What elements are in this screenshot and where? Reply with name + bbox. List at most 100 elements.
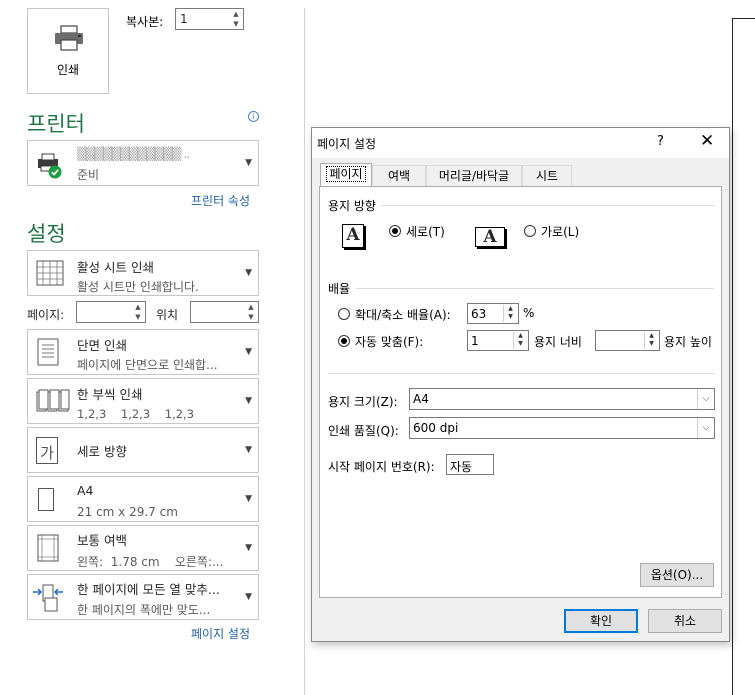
sides-dropdown[interactable]: 단면 인쇄 페이지에 단면으로 인쇄합... ▼ <box>27 329 259 375</box>
position-label: 위치 <box>156 308 179 322</box>
margins-dropdown[interactable]: 보통 여백 왼쪽: 1.78 cm 오른쪽:... ▼ <box>27 525 259 571</box>
chevron-down-icon: ▼ <box>245 592 252 602</box>
panel-divider <box>304 8 305 695</box>
dialog-title: 페이지 설정 <box>317 137 377 151</box>
tab-header-footer[interactable]: 머리글/바닥글 <box>426 165 522 187</box>
adjust-to-value: 63 <box>471 307 487 321</box>
collate-dropdown[interactable]: 한 부씩 인쇄 1,2,3 1,2,3 1,2,3 ▼ <box>27 378 259 424</box>
printer-section-title: 프린터 <box>27 112 85 136</box>
tab-sheet-label: 시트 <box>535 169 559 183</box>
collate-pages-icon <box>36 389 70 412</box>
adjust-to-input[interactable]: 63 ▲ ▼ <box>467 303 519 324</box>
chevron-down-icon: ⌵ <box>697 389 714 409</box>
sheet-grid-icon <box>36 260 64 286</box>
first-page-number-label: 시작 페이지 번호(R): <box>328 460 435 474</box>
orientation-group-label: 용지 방향 <box>328 199 376 213</box>
orientation-icon-letter: 가 <box>40 444 54 462</box>
print-quality-select[interactable]: 600 dpi ⌵ <box>409 417 715 439</box>
fit-tall-label: 용지 높이 <box>664 335 712 349</box>
tab-margins-label: 여백 <box>387 169 411 183</box>
pages-from-spinner[interactable]: ▲ ▼ <box>131 302 145 322</box>
tab-sheet[interactable]: 시트 <box>522 165 572 187</box>
fit-to-label[interactable]: 자동 맞춤(F): <box>355 333 423 350</box>
fit-to-radio[interactable] <box>338 335 350 347</box>
page-setup-link[interactable]: 페이지 설정 <box>191 625 250 642</box>
cancel-button[interactable]: 취소 <box>648 609 722 633</box>
printer-status: 준비 <box>77 168 100 182</box>
print-what-subtitle: 활성 시트만 인쇄합니다. <box>77 280 199 294</box>
chevron-down-icon: ⌵ <box>697 418 714 438</box>
copies-label: 복사본: <box>126 15 164 29</box>
margins-title: 보통 여백 <box>77 533 127 548</box>
close-icon[interactable]: ✕ <box>700 131 714 151</box>
paper-size-title: A4 <box>77 483 94 498</box>
scaling-title: 한 페이지에 모든 열 맞추... <box>77 582 220 597</box>
fit-tall-spinner[interactable]: ▲ ▼ <box>644 332 658 349</box>
print-button[interactable]: 인쇄 <box>27 8 109 94</box>
pages-label: 페이지: <box>27 308 65 322</box>
fit-columns-icon <box>33 584 63 612</box>
help-icon[interactable]: ? <box>657 134 664 149</box>
ok-button[interactable]: 확인 <box>564 609 638 633</box>
scaling-dropdown[interactable]: 한 페이지에 모든 열 맞추... 한 페이지의 폭에만 맞도... ▼ <box>27 574 259 620</box>
page-setup-dialog: 페이지 설정 ? ✕ 페이지 여백 머리글/바닥글 시트 용지 방향 A 세로(… <box>311 127 730 642</box>
printer-icon <box>55 25 83 51</box>
print-what-title: 활성 시트 인쇄 <box>77 260 154 275</box>
pages-from-input[interactable]: ▲ ▼ <box>76 301 146 323</box>
landscape-label[interactable]: 가로(L) <box>541 223 579 240</box>
paper-size-label: 용지 크기(Z): <box>328 395 398 409</box>
collate-title: 한 부씩 인쇄 <box>77 387 143 402</box>
sides-title: 단면 인쇄 <box>77 338 127 353</box>
printer-properties-link[interactable]: 프린터 속성 <box>191 192 250 209</box>
first-page-number-input[interactable]: 자동 <box>446 454 494 475</box>
orientation-dropdown[interactable]: 가 세로 방향 ▼ <box>27 427 259 473</box>
options-button[interactable]: 옵션(O)... <box>640 563 714 587</box>
paper-size-dropdown[interactable]: A4 21 cm x 29.7 cm ▼ <box>27 476 259 522</box>
paper-size-select[interactable]: A4 ⌵ <box>409 388 715 410</box>
pages-to-spinner[interactable]: ▲ ▼ <box>244 302 258 322</box>
fit-wide-value: 1 <box>471 334 479 348</box>
paper-size-icon <box>38 488 54 511</box>
fit-wide-label: 용지 너비 <box>534 335 582 349</box>
first-page-number-value: 자동 <box>450 460 473 474</box>
portrait-label[interactable]: 세로(T) <box>406 223 445 240</box>
tab-panel-page: 용지 방향 A 세로(T) A 가로(L) 배율 확대/축소 배율(A): 63… <box>319 186 722 598</box>
adjust-to-spinner[interactable]: ▲ ▼ <box>503 305 517 322</box>
percent-label: % <box>523 306 535 320</box>
print-what-dropdown[interactable]: 활성 시트 인쇄 활성 시트만 인쇄합니다. ▼ <box>27 250 259 296</box>
portrait-radio[interactable] <box>389 225 401 237</box>
fit-wide-input[interactable]: 1 ▲ ▼ <box>467 330 529 351</box>
sides-subtitle: 페이지에 단면으로 인쇄합... <box>77 358 218 372</box>
pages-to-input[interactable]: ▲ ▼ <box>190 301 259 323</box>
preview-page-edge <box>732 18 733 695</box>
tab-header-footer-label: 머리글/바닥글 <box>438 169 510 183</box>
copies-input[interactable]: 1 ▲ ▼ <box>175 8 244 30</box>
chevron-down-icon: ▼ <box>245 347 252 357</box>
preview-page-edge-top <box>732 18 755 19</box>
info-icon[interactable]: i <box>248 111 259 122</box>
print-quality-value: 600 dpi <box>413 421 459 435</box>
print-quality-label: 인쇄 품질(Q): <box>328 424 399 438</box>
copies-spinner[interactable]: ▲ ▼ <box>229 9 243 29</box>
group-divider <box>382 205 714 206</box>
tab-page[interactable]: 페이지 <box>320 163 372 187</box>
chevron-down-icon: ▼ <box>245 158 252 168</box>
landscape-radio[interactable] <box>524 225 536 237</box>
fit-tall-input[interactable]: ▲ ▼ <box>595 330 660 351</box>
print-button-label: 인쇄 <box>56 63 80 77</box>
group-divider <box>356 288 714 289</box>
scaling-subtitle: 한 페이지의 폭에만 맞도... <box>77 603 211 617</box>
paper-size-value: A4 <box>413 392 429 406</box>
printer-ready-icon <box>38 153 62 179</box>
printer-dropdown[interactable]: ▒▒▒▒▒▒▒▒▒▒▒▒ .. 준비 ▼ <box>27 140 259 186</box>
chevron-down-icon: ▼ <box>245 396 252 406</box>
margins-icon <box>37 534 59 562</box>
portrait-page-icon: A <box>342 224 364 248</box>
chevron-down-icon: ▼ <box>245 268 252 278</box>
adjust-to-radio[interactable] <box>338 308 350 320</box>
tab-margins[interactable]: 여백 <box>372 165 426 187</box>
orientation-title: 세로 방향 <box>77 444 127 459</box>
margins-subtitle: 왼쪽: 1.78 cm 오른쪽:... <box>77 555 224 569</box>
fit-wide-spinner[interactable]: ▲ ▼ <box>513 332 527 349</box>
adjust-to-label[interactable]: 확대/축소 배율(A): <box>355 306 451 323</box>
